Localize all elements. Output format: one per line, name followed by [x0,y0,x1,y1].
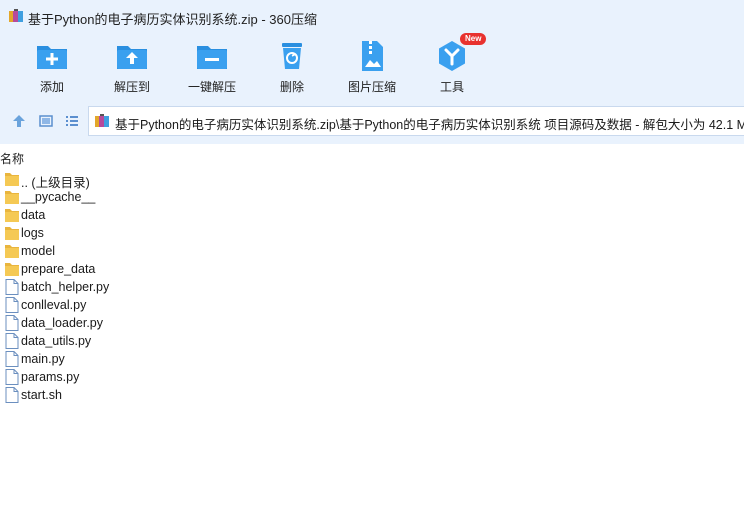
file-name: data [21,208,46,222]
folder-row[interactable]: prepare_data [3,260,203,278]
add-label: 添加 [39,80,64,94]
new-badge: New [460,33,487,45]
file-name: params.py [21,370,80,384]
extract-to-button[interactable]: 解压到 [92,36,172,98]
delete-button[interactable]: 删除 [252,36,332,98]
title-bar: 基于Python的电子病历实体识别系统.zip - 360压缩 [0,0,744,32]
one-click-extract-label: 一键解压 [187,80,236,94]
folder-icon [5,263,19,276]
file-name: main.py [21,352,65,366]
file-icon [5,387,19,403]
tools-button[interactable]: New 工具 [412,33,492,98]
tools-label: 工具 [439,80,464,94]
folder-row[interactable]: __pycache__ [3,188,203,206]
file-name: start.sh [21,388,62,402]
file-row[interactable]: main.py [3,350,203,368]
one-click-extract-icon [197,46,227,69]
folder-row[interactable]: logs [3,224,203,242]
file-icon [5,333,19,349]
file-name: data_loader.py [21,316,104,330]
delete-icon [282,43,302,69]
file-name: __pycache__ [21,190,96,204]
file-row[interactable]: data_utils.py [3,332,203,350]
folder-icon [5,173,19,186]
list-view-button[interactable] [63,112,81,130]
file-icon [5,297,19,313]
file-name: data_utils.py [21,334,92,348]
image-compress-button[interactable]: 图片压缩 [332,36,412,98]
extract-to-icon [117,46,147,69]
file-row[interactable]: batch_helper.py [3,278,203,296]
file-icon [5,369,19,385]
archive-icon [9,9,23,22]
up-level-button[interactable] [10,112,28,130]
file-list: 名称 .. (上级目录) __pycache__data logs model prep… [0,144,744,531]
add-icon [37,46,67,69]
folder-icon [5,209,19,222]
extract-to-label: 解压到 [113,80,150,94]
file-name: batch_helper.py [21,280,110,294]
file-name: prepare_data [21,262,96,276]
file-name: conlleval.py [21,298,87,312]
image-compress-icon [362,41,383,71]
folder-icon [5,227,19,240]
file-row[interactable]: conlleval.py [3,296,203,314]
thumbnail-view-icon [39,115,53,127]
address-bar[interactable]: 基于Python的电子病历实体识别系统.zip\基于Python的电子病历实体识… [88,106,744,136]
header-area: 基于Python的电子病历实体识别系统.zip - 360压缩 添加 解压到 一… [0,0,744,144]
add-button[interactable]: 添加 [12,36,92,98]
folder-row[interactable]: .. (上级目录) [3,170,203,190]
file-icon [5,351,19,367]
path-bar: 基于Python的电子病历实体识别系统.zip\基于Python的电子病历实体识… [0,106,744,136]
file-row[interactable]: start.sh [3,386,203,404]
file-row[interactable]: data_loader.py [3,314,203,332]
file-name: model [21,244,56,258]
folder-icon [5,245,19,258]
arrow-up-icon [13,115,25,127]
list-view-icon [66,116,78,126]
file-icon [5,279,19,295]
toolbar: 添加 解压到 一键解压 删除 图片压缩 New 工具 [0,33,744,98]
file-name: logs [21,226,44,240]
folder-icon [5,191,19,204]
address-path: 基于Python的电子病历实体识别系统.zip\基于Python的电子病历实体识… [115,118,744,132]
thumbnail-view-button[interactable] [37,112,55,130]
column-name-label: 名称 [0,152,25,166]
window-title: 基于Python的电子病历实体识别系统.zip - 360压缩 [28,12,317,27]
one-click-extract-button[interactable]: 一键解压 [172,36,252,98]
archive-icon [95,114,109,127]
folder-row[interactable]: model [3,242,203,260]
file-icon [5,315,19,331]
image-compress-label: 图片压缩 [347,80,396,94]
folder-row[interactable]: data [3,206,203,224]
delete-label: 删除 [279,80,304,94]
file-row[interactable]: params.py [3,368,203,386]
